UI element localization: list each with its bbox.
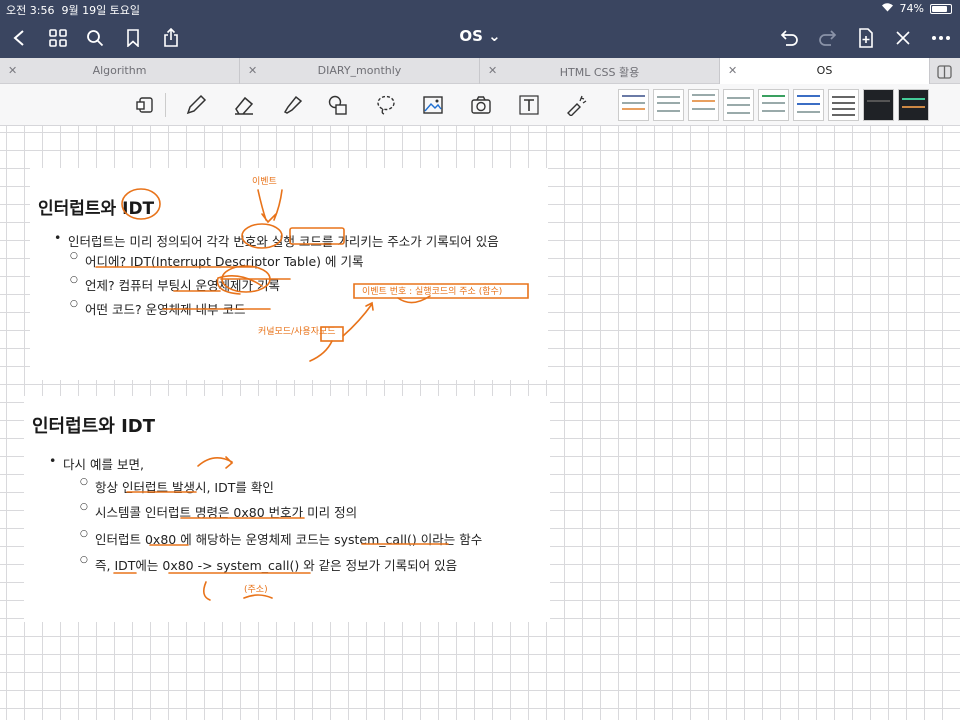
status-time: 오전 3:56 (6, 4, 55, 17)
battery-icon (930, 3, 952, 14)
tab-algorithm[interactable]: ✕ Algorithm (0, 58, 240, 84)
page-thumbnail[interactable] (793, 89, 824, 121)
bullet-sub: 시스템콜 인터럽트 명령은 0x80 번호가 미리 정의 (80, 502, 357, 521)
slide-1: 인터럽트와 IDT 인터럽트는 미리 정의되어 각각 번호와 실행 코드를 가리… (30, 168, 548, 380)
pen-tool-icon[interactable] (183, 92, 209, 118)
bullet-main: 인터럽트는 미리 정의되어 각각 번호와 실행 코드를 가리키는 주소가 기록되… (54, 230, 499, 250)
close-edit-icon[interactable] (889, 24, 917, 52)
toolbar (0, 84, 960, 126)
camera-tool-icon[interactable] (468, 92, 494, 118)
page-thumbnail[interactable] (688, 89, 719, 121)
page-thumbnail[interactable] (828, 89, 859, 121)
tab-os[interactable]: ✕ OS (720, 58, 930, 84)
more-icon[interactable] (927, 24, 955, 52)
bullet-sub: 즉, IDT에는 0x80 -> system_call() 와 같은 정보가 … (80, 555, 457, 574)
tab-html-css[interactable]: ✕ HTML CSS 활용 (480, 58, 720, 84)
redo-icon[interactable] (813, 24, 841, 52)
page-thumbnails (618, 89, 929, 121)
slide-2: 인터럽트와 IDT 다시 예를 보면, 항상 인터럽트 발생시, IDT를 확인… (24, 396, 550, 622)
shapes-tool-icon[interactable] (325, 92, 351, 118)
page-thumbnail[interactable] (758, 89, 789, 121)
eraser-tool-icon[interactable] (231, 92, 257, 118)
lasso-tool-icon[interactable] (373, 92, 399, 118)
bullet-sub: 어떤 코드? 운영체제 내부 코드 (70, 299, 245, 318)
battery-percent: 74% (899, 2, 924, 15)
page-thumbnail[interactable] (653, 89, 684, 121)
tab-diary-monthly[interactable]: ✕ DIARY_monthly (240, 58, 480, 84)
page-thumbnail[interactable] (863, 89, 894, 121)
text-tool-icon[interactable] (516, 92, 542, 118)
slide-title: 인터럽트와 IDT (32, 416, 155, 437)
bullet-sub: 항상 인터럽트 발생시, IDT를 확인 (80, 477, 274, 496)
bullet-main: 다시 예를 보면, (49, 453, 144, 473)
image-tool-icon[interactable] (420, 92, 446, 118)
bullet-sub: 언제? 컴퓨터 부팅시 운영체제가 기록 (70, 275, 280, 294)
tab-label: Algorithm (92, 64, 147, 77)
tab-label: DIARY_monthly (317, 64, 402, 77)
status-bar: 오전 3:56 9월 19일 토요일 74% (0, 0, 960, 18)
lasso-image-tool-icon[interactable] (132, 92, 158, 118)
slide-title: 인터럽트와 IDT (38, 199, 155, 219)
bullet-sub: 인터럽트 0x80 에 해당하는 운영체제 코드는 system_call() … (80, 529, 482, 548)
page-thumbnail[interactable] (618, 89, 649, 121)
nav-bar: OS ⌄ (0, 18, 960, 58)
status-time-date: 오전 3:56 9월 19일 토요일 (6, 2, 140, 18)
add-page-icon[interactable] (852, 24, 880, 52)
page-thumbnail[interactable] (723, 89, 754, 121)
note-canvas[interactable]: 인터럽트와 IDT 인터럽트는 미리 정의되어 각각 번호와 실행 코드를 가리… (0, 126, 960, 720)
page-thumbnail[interactable] (898, 89, 929, 121)
tab-label: OS (816, 64, 833, 77)
status-date: 9월 19일 토요일 (61, 4, 141, 17)
undo-icon[interactable] (776, 24, 804, 52)
toolbar-divider (165, 93, 166, 117)
tab-label: HTML CSS 활용 (559, 66, 640, 79)
wifi-icon (881, 2, 894, 15)
tab-bar: ✕ Algorithm ✕ DIARY_monthly ✕ HTML CSS 활용 ✕… (0, 58, 960, 84)
bullet-sub: 어디에? IDT(Interrupt Descriptor Table) 에 기… (70, 251, 364, 270)
split-view-icon[interactable] (937, 64, 952, 83)
laser-pointer-tool-icon[interactable] (563, 92, 589, 118)
highlighter-tool-icon[interactable] (279, 92, 305, 118)
